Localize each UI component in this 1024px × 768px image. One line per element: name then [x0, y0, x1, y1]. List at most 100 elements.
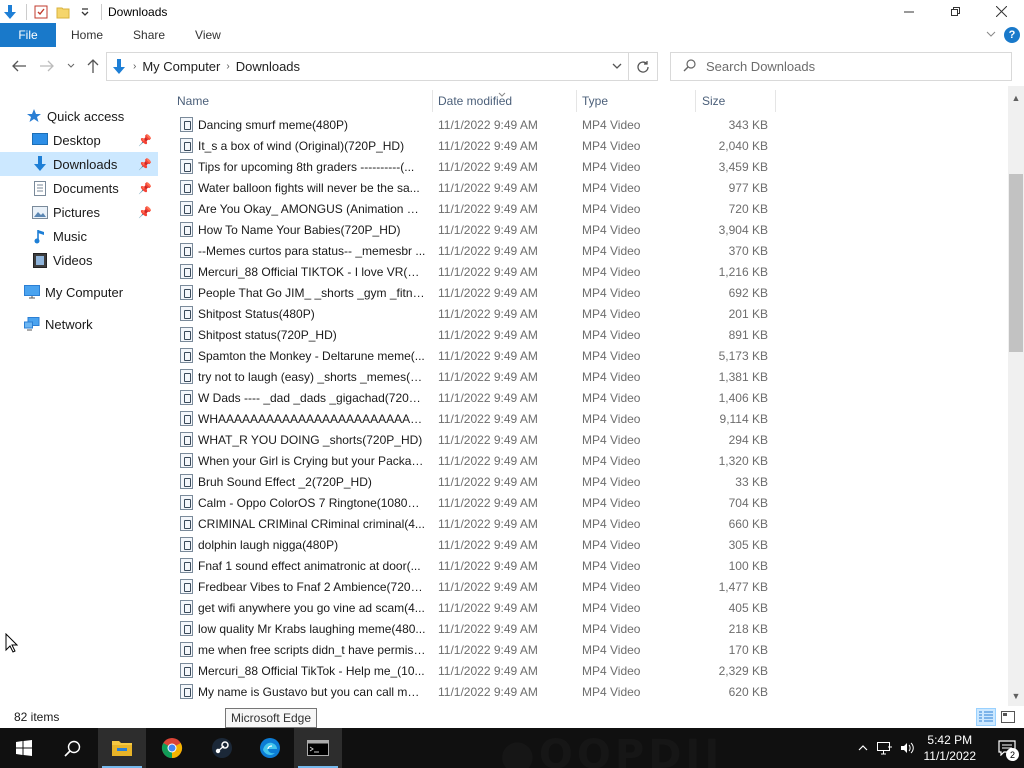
expand-ribbon-icon[interactable]: [986, 28, 996, 42]
column-divider[interactable]: [576, 90, 577, 112]
tab-view[interactable]: View: [180, 23, 236, 47]
table-row[interactable]: Fnaf 1 sound effect animatronic at door(…: [176, 555, 776, 576]
breadcrumb-downloads[interactable]: Downloads: [236, 59, 300, 74]
table-row[interactable]: get wifi anywhere you go vine ad scam(4.…: [176, 597, 776, 618]
close-button[interactable]: [978, 0, 1024, 23]
pin-icon[interactable]: 📌: [138, 206, 152, 219]
chrome-icon[interactable]: [148, 728, 196, 768]
nav-item-network[interactable]: Network: [0, 312, 158, 336]
nav-item-documents[interactable]: Documents 📌: [0, 176, 158, 200]
volume-icon[interactable]: [896, 742, 918, 754]
table-row[interactable]: Shitpost Status(480P) 11/1/2022 9:49 AM MP…: [176, 303, 776, 324]
vertical-scrollbar[interactable]: ▲ ▼: [1008, 86, 1024, 706]
table-row[interactable]: dolphin laugh nigga(480P) 11/1/2022 9:49 …: [176, 534, 776, 555]
table-row[interactable]: Dancing smurf meme(480P) 11/1/2022 9:49 A…: [176, 114, 776, 135]
table-row[interactable]: Are You Okay_ AMONGUS (Animation M... 11/…: [176, 198, 776, 219]
tab-file[interactable]: File: [0, 23, 56, 47]
table-row[interactable]: low quality Mr Krabs laughing meme(480..…: [176, 618, 776, 639]
table-row[interactable]: It_s a box of wind (Original)(720P_HD) 11…: [176, 135, 776, 156]
clock[interactable]: 5:42 PM 11/1/2022: [924, 732, 977, 764]
maximize-button[interactable]: [932, 0, 978, 23]
address-dropdown-icon[interactable]: [612, 59, 622, 73]
table-row[interactable]: Fredbear Vibes to Fnaf 2 Ambience(720P_.…: [176, 576, 776, 597]
table-row[interactable]: My name is Gustavo but you can call me .…: [176, 681, 776, 702]
column-header-date[interactable]: Date modified: [438, 90, 512, 112]
table-row[interactable]: try not to laugh (easy) _shorts _memes(7…: [176, 366, 776, 387]
nav-item-label: My Computer: [45, 284, 124, 300]
address-bar[interactable]: › My Computer › Downloads: [106, 52, 629, 81]
table-row[interactable]: Spamton the Monkey - Deltarune meme(... 1…: [176, 345, 776, 366]
table-row[interactable]: Shitpost status(720P_HD) 11/1/2022 9:49 A…: [176, 324, 776, 345]
chevron-right-icon[interactable]: ›: [133, 61, 136, 72]
table-row[interactable]: --Memes curtos para status-- _memesbr ..…: [176, 240, 776, 261]
pin-icon[interactable]: 📌: [138, 182, 152, 195]
table-row[interactable]: me when free scripts didn_t have permiss…: [176, 639, 776, 660]
table-row[interactable]: Tips for upcoming 8th graders ----------…: [176, 156, 776, 177]
up-button[interactable]: [82, 55, 104, 77]
customize-dropdown-icon[interactable]: [77, 4, 93, 20]
pin-icon[interactable]: 📌: [138, 158, 152, 171]
search-icon[interactable]: [48, 728, 96, 768]
network-status-icon[interactable]: [874, 741, 896, 755]
search-input[interactable]: [706, 59, 986, 74]
column-divider[interactable]: [432, 90, 433, 112]
terminal-icon[interactable]: [294, 728, 342, 768]
nav-item-videos[interactable]: Videos: [0, 248, 158, 272]
tab-home[interactable]: Home: [56, 23, 118, 47]
table-row[interactable]: How To Name Your Babies(720P_HD) 11/1/202…: [176, 219, 776, 240]
file-name: Dancing smurf meme(480P): [198, 117, 349, 132]
back-button[interactable]: [8, 55, 30, 77]
pin-icon[interactable]: 📌: [138, 134, 152, 147]
action-center-button[interactable]: 2: [990, 728, 1024, 768]
refresh-button[interactable]: [629, 52, 658, 81]
table-row[interactable]: CRIMINAL CRIMinal CRiminal criminal(4...…: [176, 513, 776, 534]
video-file-icon: [180, 180, 193, 195]
new-folder-icon[interactable]: [55, 4, 71, 20]
search-box[interactable]: [670, 52, 1012, 81]
nav-item-quick-access[interactable]: Quick access: [0, 104, 158, 128]
column-divider[interactable]: [695, 90, 696, 112]
scroll-up-icon[interactable]: ▲: [1008, 90, 1024, 106]
file-explorer-icon[interactable]: [98, 728, 146, 768]
scroll-down-icon[interactable]: ▼: [1008, 688, 1024, 704]
table-row[interactable]: Mercuri_88 Official TikTok - Help me_(10…: [176, 660, 776, 681]
table-row[interactable]: People That Go JIM_ _shorts _gym _fitnes…: [176, 282, 776, 303]
table-row[interactable]: Mercuri_88 Official TIKTOK - I love VR(1…: [176, 261, 776, 282]
table-row[interactable]: W Dads ---- _dad _dads _gigachad(720P_..…: [176, 387, 776, 408]
file-name: low quality Mr Krabs laughing meme(480..…: [198, 621, 426, 636]
edge-icon[interactable]: [246, 728, 294, 768]
recent-locations-button[interactable]: [60, 55, 82, 77]
ribbon: File Home Share View ?: [0, 23, 1024, 47]
table-row[interactable]: Bruh Sound Effect _2(720P_HD) 11/1/2022 9…: [176, 471, 776, 492]
start-icon[interactable]: [0, 728, 48, 768]
help-icon[interactable]: ?: [1004, 27, 1020, 43]
show-hidden-icons-icon[interactable]: [852, 745, 874, 751]
steam-icon[interactable]: [198, 728, 246, 768]
table-row[interactable]: Water balloon fights will never be the s…: [176, 177, 776, 198]
forward-button[interactable]: [36, 55, 58, 77]
column-header-type[interactable]: Type: [582, 90, 608, 112]
tab-share[interactable]: Share: [118, 23, 180, 47]
nav-item-desktop[interactable]: Desktop 📌: [0, 128, 158, 152]
details-view-icon[interactable]: [976, 708, 996, 726]
table-row[interactable]: WHAT_R YOU DOING _shorts(720P_HD) 11/1/20…: [176, 429, 776, 450]
table-row[interactable]: Calm - Oppo ColorOS 7 Ringtone(1080P_...…: [176, 492, 776, 513]
breadcrumb-my-computer[interactable]: My Computer: [142, 59, 220, 74]
nav-item-pictures[interactable]: Pictures 📌: [0, 200, 158, 224]
file-name: Spamton the Monkey - Deltarune meme(...: [198, 348, 425, 363]
minimize-button[interactable]: [886, 0, 932, 23]
chevron-right-icon[interactable]: ›: [226, 61, 229, 72]
video-file-icon: [180, 474, 193, 489]
scrollbar-thumb[interactable]: [1009, 174, 1023, 352]
properties-icon[interactable]: [33, 4, 49, 20]
column-header-name[interactable]: Name: [177, 90, 209, 112]
table-row[interactable]: WHAAAAAAAAAAAAAAAAAAAAAAAAAA... 11/1/2022…: [176, 408, 776, 429]
column-divider[interactable]: [775, 90, 776, 112]
large-icons-view-icon[interactable]: [998, 708, 1018, 726]
table-row[interactable]: When your Girl is Crying but your Packag…: [176, 450, 776, 471]
nav-item-music[interactable]: Music: [0, 224, 158, 248]
column-header-size[interactable]: Size: [702, 90, 725, 112]
nav-item-my-computer[interactable]: My Computer: [0, 280, 158, 304]
nav-item-downloads[interactable]: Downloads 📌: [0, 152, 158, 176]
down-arrow-icon[interactable]: [2, 4, 18, 20]
